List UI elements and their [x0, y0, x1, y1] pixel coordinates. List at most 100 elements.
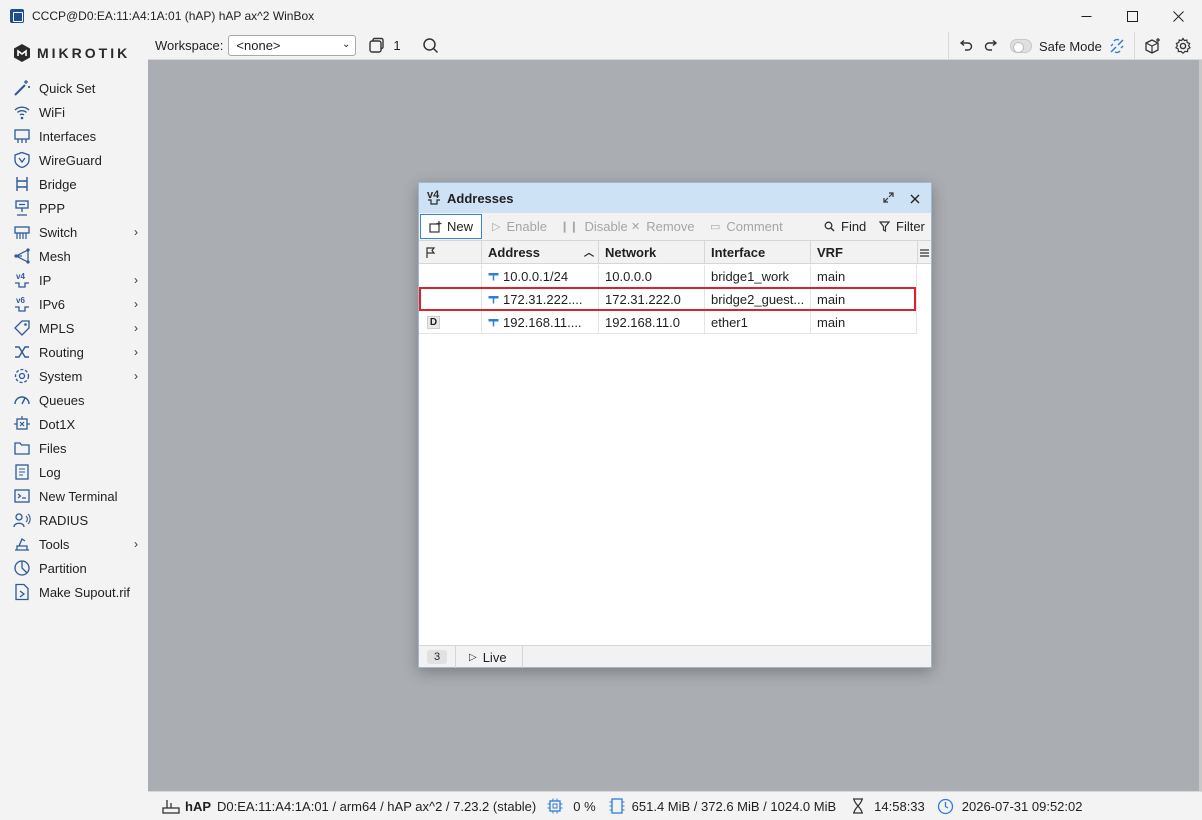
sidebar-item-switch[interactable]: Switch › — [0, 220, 148, 244]
sidebar-item-label: WireGuard — [39, 152, 102, 168]
sidebar-item-ipv6[interactable]: v6 IPv6 › — [0, 292, 148, 316]
live-button[interactable]: ▷ Live — [469, 650, 507, 665]
sidebar-item-label: IP — [39, 272, 52, 288]
ppp-icon — [13, 199, 31, 217]
mikrotik-logo: MIKROTIK — [13, 44, 130, 62]
chevron-down-icon: ⌄ — [342, 39, 351, 50]
gear-icon — [1175, 37, 1191, 55]
sidebar-item-mpls[interactable]: MPLS › — [0, 316, 148, 340]
dot1x-icon — [13, 415, 31, 433]
addresses-window: v4 Addresses New ▷ Enable ❙❙ Disable ✕ Remo… — [418, 182, 932, 668]
table-row[interactable]: D 192.168.11.... 192.168.11.0 ether1 main — [419, 311, 917, 334]
close-button[interactable] — [1155, 0, 1201, 32]
sidebar-item-label: System — [39, 368, 83, 384]
search-button[interactable] — [422, 37, 439, 54]
sidebar-item-label: Tools — [39, 536, 70, 552]
filter-funnel-icon — [879, 221, 890, 232]
sidebar-item-quick-set[interactable]: Quick Set — [0, 76, 148, 100]
flag-column-header[interactable] — [419, 241, 482, 264]
vrf-cell: main — [811, 265, 917, 287]
windows-stack-icon — [369, 37, 385, 53]
expand-window-button[interactable] — [883, 191, 894, 206]
network-cell: 10.0.0.0 — [599, 265, 705, 287]
new-button[interactable]: New — [420, 214, 482, 239]
new-button-label: New — [447, 219, 474, 234]
log-icon — [13, 463, 31, 481]
pause-icon: ❙❙ — [560, 221, 579, 233]
find-button[interactable]: Find — [824, 213, 866, 240]
redo-button[interactable] — [984, 39, 999, 52]
memory-icon — [609, 798, 625, 814]
sidebar-item-queues[interactable]: Queues — [0, 388, 148, 412]
settings-button[interactable] — [1174, 37, 1192, 55]
sidebar-item-routing[interactable]: Routing › — [0, 340, 148, 364]
sidebar-menu: Quick Set WiFi Interfaces WireGuard Bridge PP… — [0, 76, 148, 604]
vrf-value: main — [817, 268, 846, 284]
remove-x-icon: ✕ — [631, 221, 641, 233]
sidebar-item-label: Partition — [39, 560, 87, 576]
sidebar-item-radius[interactable]: RADIUS — [0, 508, 148, 532]
addresses-window-titlebar[interactable]: v4 Addresses — [419, 183, 931, 213]
sidebar-item-bridge[interactable]: Bridge — [0, 172, 148, 196]
network-cell: 192.168.11.0 — [599, 311, 705, 333]
tools-icon — [13, 535, 31, 553]
add-package-button[interactable] — [1144, 37, 1162, 55]
sidebar-item-label: Log — [39, 464, 61, 480]
sidebar-item-files[interactable]: Files — [0, 436, 148, 460]
wifi-icon — [13, 103, 31, 121]
maximize-button[interactable] — [1109, 0, 1155, 32]
comment-button[interactable]: ▭ Comment — [710, 213, 783, 240]
minimize-button[interactable] — [1063, 0, 1109, 32]
sidebar-item-partition[interactable]: Partition — [0, 556, 148, 580]
sidebar-item-make-supout-rif[interactable]: Make Supout.rif — [0, 580, 148, 604]
sidebar-item-system[interactable]: System › — [0, 364, 148, 388]
sidebar-item-label: Switch — [39, 224, 78, 240]
sidebar-item-new-terminal[interactable]: New Terminal — [0, 484, 148, 508]
windows-count-button[interactable]: 1 — [368, 37, 401, 54]
sidebar-item-mesh[interactable]: Mesh — [0, 244, 148, 268]
column-header-network[interactable]: Network — [599, 241, 705, 264]
enable-button[interactable]: ▷ Enable — [492, 213, 547, 240]
sidebar-item-wireguard[interactable]: WireGuard — [0, 148, 148, 172]
table-row[interactable]: 10.0.0.1/24 10.0.0.0 bridge1_work main — [419, 265, 917, 288]
chevron-right-icon: › — [134, 321, 138, 335]
sidebar-item-wifi[interactable]: WiFi — [0, 100, 148, 124]
window-title: CCCP@D0:EA:11:A4:1A:01 (hAP) hAP ax^2 Wi… — [32, 9, 315, 23]
close-window-button[interactable] — [910, 192, 920, 207]
sidebar-item-label: RADIUS — [39, 512, 89, 528]
maximize-icon — [1126, 10, 1138, 22]
chevron-right-icon: › — [134, 225, 138, 239]
memory-usage: 651.4 MiB / 372.6 MiB / 1024.0 MiB — [631, 798, 837, 814]
remove-button[interactable]: ✕ Remove — [631, 213, 695, 240]
quick-connect-button[interactable] — [1108, 37, 1126, 55]
switch-icon — [13, 223, 31, 241]
column-header-interface[interactable]: Interface — [705, 241, 811, 264]
table-header: Address ︿ Network Interface VRF — [419, 240, 931, 264]
sidebar-item-label: Routing — [39, 344, 84, 360]
wireguard-icon — [13, 151, 31, 169]
sidebar-item-tools[interactable]: Tools › — [0, 532, 148, 556]
workspace-select[interactable]: <none> ⌄ — [228, 35, 357, 56]
terminal-icon — [13, 487, 31, 505]
safe-mode-label: Safe Mode — [1039, 39, 1102, 54]
disable-button[interactable]: ❙❙ Disable — [560, 213, 628, 240]
undo-button[interactable] — [958, 39, 973, 52]
sidebar-item-label: Mesh — [39, 248, 71, 264]
column-header-vrf[interactable]: VRF — [811, 241, 918, 264]
column-menu-button[interactable] — [920, 246, 929, 261]
safe-mode-toggle[interactable] — [1010, 39, 1032, 53]
sidebar-item-label: Interfaces — [39, 128, 97, 144]
filter-button[interactable]: Filter — [879, 213, 925, 240]
addresses-toolbar: New ▷ Enable ❙❙ Disable ✕ Remove ▭ Comment F… — [419, 213, 931, 240]
sidebar-item-ppp[interactable]: PPP — [0, 196, 148, 220]
mesh-icon — [13, 247, 31, 265]
sidebar-item-interfaces[interactable]: Interfaces — [0, 124, 148, 148]
comment-button-label: Comment — [726, 219, 783, 234]
sidebar-item-label: PPP — [39, 200, 66, 216]
ipv4-icon-text: v4 — [427, 188, 440, 201]
column-header-address[interactable]: Address ︿ — [482, 241, 599, 264]
sidebar-item-dot1x[interactable]: Dot1X — [0, 412, 148, 436]
sidebar-item-ip[interactable]: v4 IP › — [0, 268, 148, 292]
queues-gauge-icon — [13, 391, 31, 409]
sidebar-item-log[interactable]: Log — [0, 460, 148, 484]
